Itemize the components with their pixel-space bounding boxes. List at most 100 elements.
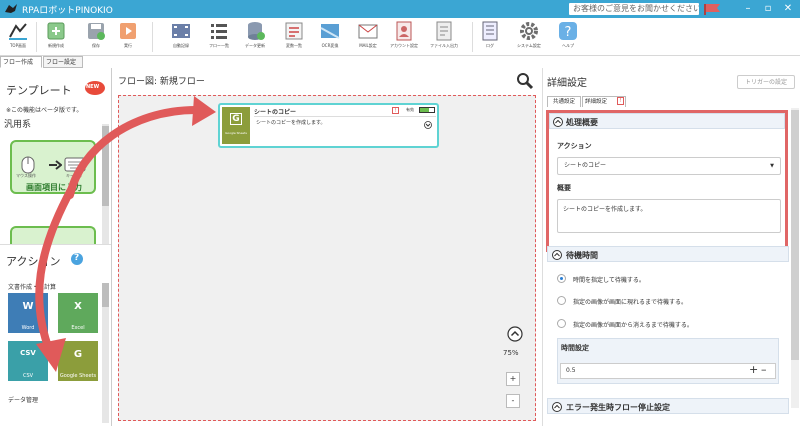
template-card-screen-input[interactable]: マウス操作 キー操作 画面項目に入力	[10, 140, 96, 194]
toolbar-auto-record-button[interactable]: 自動記録	[166, 20, 196, 54]
detail-scrollbar[interactable]	[791, 108, 799, 408]
toolbar-system-settings-button[interactable]: システム設定	[512, 20, 546, 54]
arrow-right-icon	[49, 160, 62, 170]
search-icon[interactable]	[516, 72, 534, 90]
zoom-out-button[interactable]: -	[506, 394, 520, 408]
title-bar: RPAロボットPINOKIO お客様のご意見をお聞かせください – ▫ ✕	[0, 0, 800, 18]
chevron-up-icon	[553, 117, 563, 127]
toolbar-new-button[interactable]: 新規作成	[42, 20, 70, 54]
toolbar-label: ヘルプ	[562, 43, 574, 48]
help-icon: ?	[559, 22, 577, 40]
error-section-title: エラー発生時フロー停止設定	[566, 403, 670, 412]
app-logo-icon	[5, 4, 17, 13]
action-label: CSV	[22, 373, 34, 379]
toolbar-run-button[interactable]: 実行	[114, 20, 142, 54]
feedback-flag-icon[interactable]	[703, 3, 721, 15]
flow-tabs: フロー作成 フロー設定	[0, 56, 112, 68]
wait-option-time-radio[interactable]	[557, 274, 566, 283]
zoom-in-button[interactable]: +	[506, 372, 520, 386]
time-input[interactable]: 0.5	[560, 363, 776, 379]
toolbar-log-button[interactable]: ログ	[478, 20, 502, 54]
run-icon	[120, 23, 136, 39]
toolbar-flow-list-button[interactable]: フロー一覧	[204, 20, 234, 54]
google-sheets-icon: G Google Sheets	[222, 107, 250, 144]
toolbar-data-update-button[interactable]: データ更新	[240, 20, 270, 54]
app-title: RPAロボットPINOKIO	[22, 6, 113, 16]
toolbar-label: 自動記録	[173, 43, 189, 48]
tab-flow-create[interactable]: フロー作成	[0, 56, 42, 68]
error-section-header[interactable]: エラー発生時フロー停止設定	[547, 398, 789, 414]
file-io-icon	[436, 21, 452, 41]
toolbar-label: 保存	[92, 43, 100, 48]
actions-title: アクション	[6, 255, 61, 268]
action-excel[interactable]: X Excel	[58, 293, 98, 333]
dropdown-arrow-icon: ▼	[770, 163, 774, 169]
time-setting-box: 時間設定 0.5 + –	[557, 338, 779, 384]
overview-label: 概要	[557, 184, 571, 192]
increment-button[interactable]: +	[749, 363, 758, 377]
new-file-icon	[47, 22, 65, 40]
node-title: シートのコピー	[254, 109, 297, 116]
ocr-icon	[320, 24, 340, 39]
feedback-link[interactable]: お客様のご意見をお聞かせください	[569, 3, 699, 15]
action-word[interactable]: W Word	[8, 293, 48, 333]
template-sub-key: キー操作	[66, 173, 82, 178]
tab-common-settings[interactable]: 共通設定	[547, 96, 581, 107]
wait-section-header[interactable]: 待機時間	[547, 246, 789, 262]
log-icon	[482, 21, 498, 41]
top-screen-icon	[9, 23, 27, 40]
action-label: アクション	[557, 142, 592, 150]
action-select[interactable]: シートのコピー ▼	[557, 157, 781, 175]
flow-node-sheet-copy[interactable]: G Google Sheets シートのコピー ! 有効 シートのコピーを作成し…	[218, 103, 439, 148]
toolbar-label: ログ	[486, 43, 494, 48]
toolbar-label: フロー一覧	[209, 43, 229, 48]
word-icon: W	[22, 301, 34, 312]
action-google-sheets[interactable]: G Google Sheets	[58, 341, 98, 381]
app-window: RPAロボットPINOKIO お客様のご意見をお聞かせください – ▫ ✕ TO…	[0, 0, 800, 426]
toolbar-file-io-button[interactable]: ファイル入出力	[426, 20, 462, 54]
toolbar-label: TOP画面	[9, 43, 26, 48]
action-csv[interactable]: CSV CSV	[8, 341, 48, 381]
actions-scrollbar[interactable]	[102, 283, 109, 423]
toolbar-variables-button[interactable]: 変数一覧	[280, 20, 308, 54]
wait-option-label: 指定の画像が画面から消えるまで待機する。	[573, 322, 693, 329]
toolbar-account-button[interactable]: アカウント設定	[388, 20, 420, 54]
google-sheets-icon: G	[73, 349, 83, 360]
decrement-button[interactable]: –	[761, 363, 767, 377]
help-circle-glyph: ?	[74, 253, 80, 263]
summary-section-header[interactable]: 処理概要	[549, 113, 785, 129]
wait-option-appear-radio[interactable]	[557, 296, 566, 305]
wait-option-disappear-radio[interactable]	[557, 319, 566, 328]
toolbar-help-button[interactable]: ? ヘルプ	[554, 20, 582, 54]
category-general: 汎用系	[4, 120, 32, 130]
close-button[interactable]: ✕	[778, 2, 798, 16]
category-documents: 文書作成・表計算	[8, 284, 57, 291]
canvas-title: フロー図: 新規フロー	[118, 77, 205, 87]
detail-panel: 詳細設定 トリガーの設定 共通設定 詳細設定 ! 処理概要 アクション シートの…	[542, 68, 800, 426]
variables-icon	[285, 22, 303, 40]
beta-note: ※この機能はベータ版です。	[6, 107, 83, 114]
summary-title: 処理概要	[566, 118, 598, 127]
node-toggle[interactable]	[419, 107, 435, 113]
tab-flow-settings[interactable]: フロー設定	[43, 56, 83, 68]
summary-section: 処理概要 アクション シートのコピー ▼ 概要 シートのコピーを作成します。	[546, 110, 788, 252]
gear-icon	[520, 22, 538, 40]
minimize-button[interactable]: –	[738, 2, 758, 16]
toolbar-top-screen-button[interactable]: TOP画面	[4, 20, 32, 54]
overview-textarea[interactable]: シートのコピーを作成します。	[557, 199, 781, 233]
detail-title: 詳細設定	[547, 78, 587, 89]
toolbar-label: システム設定	[517, 43, 541, 48]
chevron-up-icon	[552, 250, 562, 260]
toolbar-label: OCR変換	[321, 43, 339, 48]
toolbar-label: データ更新	[245, 43, 265, 48]
toolbar-ocr-button[interactable]: OCR変換	[316, 20, 344, 54]
chevron-up-icon[interactable]	[507, 326, 523, 342]
template-card-partial[interactable]	[10, 226, 96, 246]
trigger-settings-button[interactable]: トリガーの設定	[737, 75, 795, 89]
toolbar-save-button[interactable]: 保存	[82, 20, 110, 54]
chevron-down-icon[interactable]	[424, 121, 432, 129]
tab-detail-label: 詳細設定	[585, 99, 608, 105]
toolbar-mail-button[interactable]: MAIL設定	[354, 20, 382, 54]
maximize-button[interactable]: ▫	[758, 2, 778, 16]
save-icon	[88, 23, 105, 40]
